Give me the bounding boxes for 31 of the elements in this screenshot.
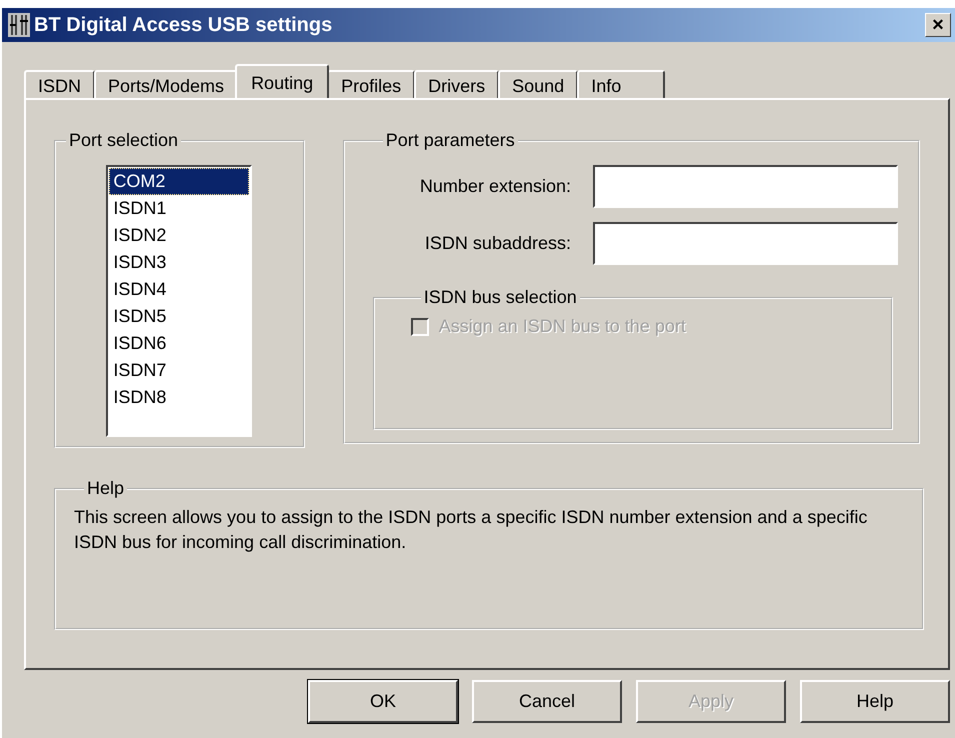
dialog-button[interactable]: OK (308, 680, 458, 723)
list-item[interactable]: ISDN3 (109, 249, 250, 276)
group-title: ISDN bus selection (422, 287, 578, 308)
field-label: ISDN subaddress: (424, 233, 571, 254)
list-item[interactable]: ISDN4 (109, 276, 250, 303)
tab[interactable]: Info (577, 70, 666, 98)
tab[interactable]: Routing (235, 64, 330, 98)
group-title: Port parameters (384, 130, 516, 151)
tab[interactable]: ISDN (24, 70, 96, 98)
list-item[interactable]: ISDN8 (109, 384, 250, 411)
list-item[interactable]: ISDN1 (109, 195, 250, 222)
port-list[interactable]: COM2 ISDN1 ISDN2 ISDN3 ISDN4 ISDN5 ISDN6 ISDN7 ISDN8 (106, 165, 252, 437)
list-item[interactable]: ISDN2 (109, 222, 250, 249)
list-item[interactable]: COM2 (109, 168, 250, 195)
field-label: Number extension: (420, 176, 571, 197)
input-field[interactable] (593, 222, 898, 265)
list-item[interactable]: ISDN7 (109, 357, 250, 384)
group-title: Port selection (68, 130, 180, 151)
list-item[interactable]: ISDN5 (109, 303, 250, 330)
help-text: This screen allows you to assign to the ISDN ports a specific ISDN number extension and a specific ISDN bus for incoming call discrimination. (74, 506, 868, 554)
list-item[interactable]: ISDN6 (109, 330, 250, 357)
tab[interactable]: Sound (498, 70, 578, 98)
dialog-button[interactable]: Cancel (472, 680, 622, 723)
window-title: BT Digital Access USB settings (34, 14, 334, 36)
input-field[interactable] (593, 165, 898, 208)
tab[interactable]: Profiles (327, 70, 416, 98)
app-icon (8, 13, 30, 37)
group-title: Help (86, 478, 126, 499)
dialog-button[interactable]: Help (800, 680, 950, 723)
tab[interactable]: Drivers (414, 70, 500, 98)
close-button[interactable]: × (925, 13, 951, 37)
